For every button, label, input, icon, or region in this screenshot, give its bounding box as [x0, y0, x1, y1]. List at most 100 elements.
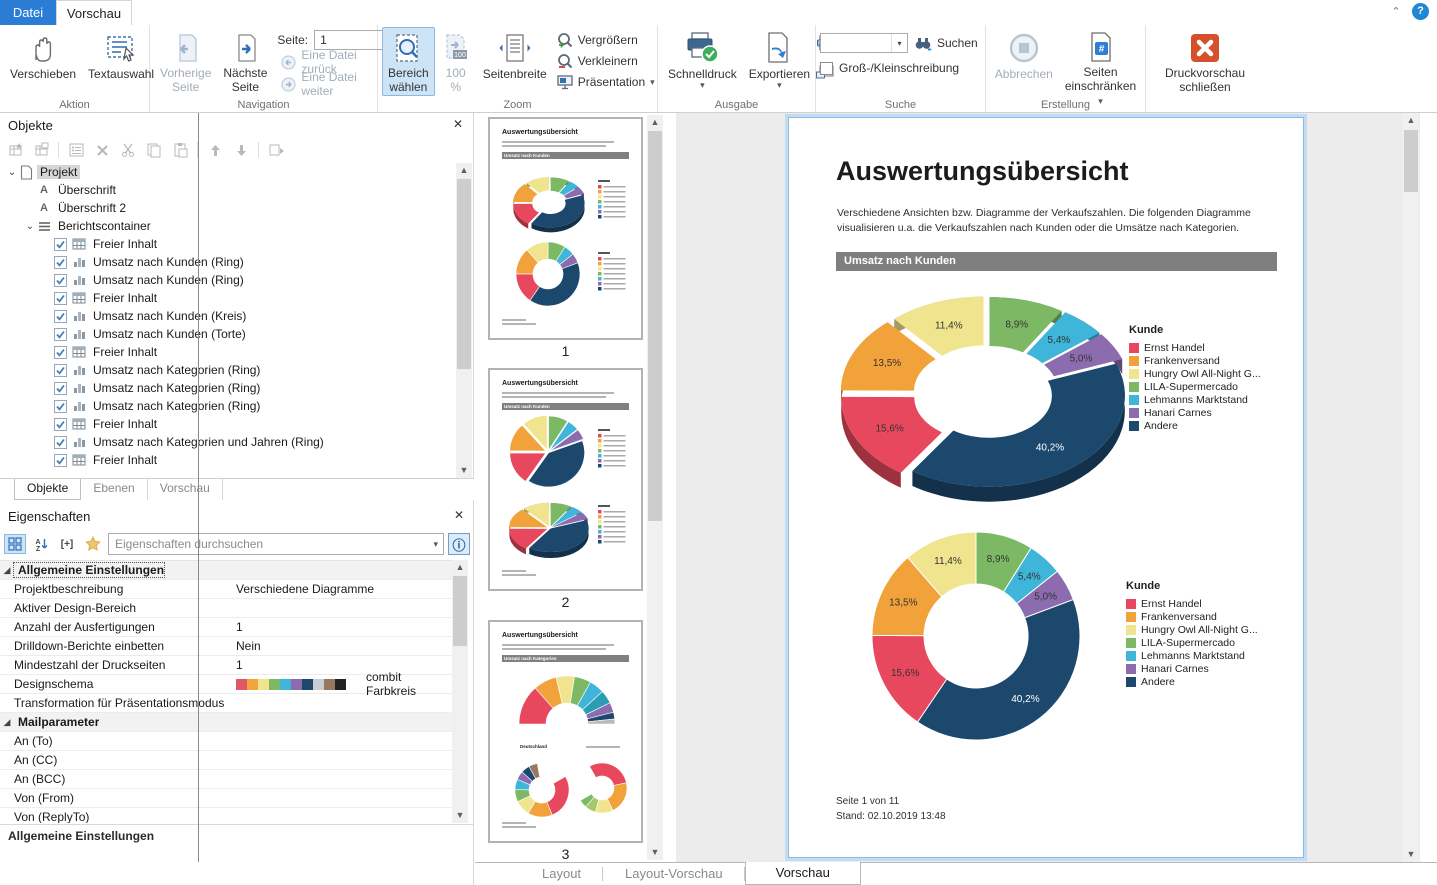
- search-term-combobox[interactable]: ▾: [820, 33, 908, 53]
- verkleinern-button[interactable]: Verkleinern: [553, 51, 659, 71]
- panel-tab-ebenen[interactable]: Ebenen: [81, 479, 147, 500]
- assign-layer-icon[interactable]: [265, 140, 287, 160]
- close-properties-panel-icon[interactable]: ✕: [452, 508, 466, 522]
- vergroessern-button[interactable]: Vergrößern: [553, 30, 659, 50]
- insert-subtable-icon[interactable]: [30, 140, 52, 160]
- move-down-icon[interactable]: [230, 140, 252, 160]
- tree-item-checkbox[interactable]: [54, 328, 71, 341]
- tree-item-checkbox[interactable]: [54, 238, 71, 251]
- property-value[interactable]: Nein: [232, 639, 452, 653]
- verschieben-button[interactable]: Verschieben: [4, 27, 82, 96]
- sort-az-icon[interactable]: AZ: [30, 534, 52, 554]
- tree-item[interactable]: AÜberschrift: [0, 181, 456, 199]
- tree-item-checkbox[interactable]: [54, 400, 71, 413]
- objects-tree-scrollbar[interactable]: ▲ ▼: [456, 163, 472, 478]
- tree-item[interactable]: Umsatz nach Kunden (Torte): [0, 325, 456, 343]
- expander-icon[interactable]: ⌄: [24, 221, 36, 232]
- tab-layout[interactable]: Layout: [520, 863, 603, 885]
- property-value[interactable]: combit Farbkreis: [232, 670, 452, 698]
- seiten-einschraenken-button[interactable]: # Seiten einschränken ▾: [1059, 27, 1142, 96]
- textauswahl-button[interactable]: Textauswahl: [82, 27, 160, 96]
- collapse-triangle-icon[interactable]: ◢: [0, 717, 14, 728]
- cut-icon[interactable]: [117, 140, 139, 160]
- datei-weiter-button[interactable]: Eine Datei weiter: [277, 74, 394, 94]
- tree-item[interactable]: Umsatz nach Kategorien (Ring): [0, 379, 456, 397]
- datei-zurueck-button[interactable]: Eine Datei zurück: [277, 52, 394, 72]
- properties-scrollbar[interactable]: ▲ ▼: [452, 560, 468, 823]
- tree-item-checkbox[interactable]: [54, 310, 71, 323]
- property-row[interactable]: Von (From): [0, 789, 452, 808]
- properties-search-input[interactable]: [109, 537, 443, 551]
- expander-icon[interactable]: ⌄: [6, 167, 18, 178]
- property-row[interactable]: An (CC): [0, 751, 452, 770]
- thumbnails-scrollbar[interactable]: ▲ ▼: [647, 115, 663, 860]
- tree-item-checkbox[interactable]: [54, 346, 71, 359]
- tree-item[interactable]: Umsatz nach Kunden (Ring): [0, 271, 456, 289]
- property-row[interactable]: Aktiver Design-Bereich: [0, 599, 452, 618]
- panel-divider[interactable]: [198, 113, 199, 862]
- close-objects-panel-icon[interactable]: ✕: [451, 117, 465, 131]
- tree-item[interactable]: ⌄Berichtscontainer: [0, 217, 456, 235]
- tree-item-checkbox[interactable]: [54, 256, 71, 269]
- expand-all-icon[interactable]: [+]: [56, 534, 78, 554]
- property-value[interactable]: Verschiedene Diagramme: [232, 582, 452, 596]
- close-print-preview-button[interactable]: Druckvorschau schließen: [1159, 27, 1251, 96]
- exportieren-button[interactable]: Exportieren ▾: [743, 27, 816, 96]
- case-sensitive-checkbox[interactable]: [820, 62, 833, 75]
- tree-item[interactable]: AÜberschrift 2: [0, 199, 456, 217]
- tree-item[interactable]: Umsatz nach Kunden (Kreis): [0, 307, 456, 325]
- property-row[interactable]: Designschemacombit Farbkreis: [0, 675, 452, 694]
- property-category[interactable]: ◢Mailparameter: [0, 713, 452, 732]
- tree-item-checkbox[interactable]: [54, 382, 71, 395]
- copy-icon[interactable]: [143, 140, 165, 160]
- tree-item[interactable]: Freier Inhalt: [0, 343, 456, 361]
- panel-tab-vorschau[interactable]: Vorschau: [148, 479, 223, 500]
- collapse-triangle-icon[interactable]: ◢: [0, 565, 14, 576]
- vorherige-seite-button[interactable]: Vorherige Seite: [154, 27, 217, 96]
- panel-tab-objekte[interactable]: Objekte: [14, 479, 81, 500]
- tree-item-checkbox[interactable]: [54, 436, 71, 449]
- naechste-seite-button[interactable]: Nächste Seite: [217, 27, 273, 96]
- tree-item-checkbox[interactable]: [54, 292, 71, 305]
- tree-item[interactable]: Freier Inhalt: [0, 289, 456, 307]
- property-row[interactable]: An (To): [0, 732, 452, 751]
- tree-item[interactable]: Umsatz nach Kunden (Ring): [0, 253, 456, 271]
- property-row[interactable]: Anzahl der Ausfertigungen1: [0, 618, 452, 637]
- thumbnail-page-2[interactable]: AuswertungsübersichtUmsatz nach Kunden2: [488, 368, 643, 610]
- tree-item[interactable]: Umsatz nach Kategorien (Ring): [0, 397, 456, 415]
- properties-list-icon[interactable]: [65, 140, 87, 160]
- move-up-icon[interactable]: [204, 140, 226, 160]
- abbrechen-button[interactable]: Abbrechen: [989, 27, 1059, 96]
- tab-layout-vorschau[interactable]: Layout-Vorschau: [603, 863, 745, 885]
- categorized-view-icon[interactable]: [4, 534, 26, 554]
- tree-item-checkbox[interactable]: [54, 364, 71, 377]
- favorites-star-icon[interactable]: [82, 534, 104, 554]
- tree-item[interactable]: Umsatz nach Kategorien und Jahren (Ring): [0, 433, 456, 451]
- ribbon-collapse-icon[interactable]: ⌃: [1390, 6, 1402, 18]
- bereich-waehlen-button[interactable]: Bereich wählen: [382, 27, 435, 96]
- tree-item-checkbox[interactable]: [54, 418, 71, 431]
- help-icon[interactable]: ?: [1412, 3, 1429, 20]
- search-dropdown-icon[interactable]: ▾: [433, 539, 438, 550]
- tab-datei[interactable]: Datei: [0, 0, 56, 25]
- preview-page[interactable]: Auswertungsübersicht Verschiedene Ansich…: [788, 117, 1304, 858]
- property-category[interactable]: ◢Allgemeine Einstellungen: [0, 561, 452, 580]
- preview-scrollbar[interactable]: ▲ ▼: [1403, 113, 1419, 862]
- property-row[interactable]: ProjektbeschreibungVerschiedene Diagramm…: [0, 580, 452, 599]
- tree-item[interactable]: Freier Inhalt: [0, 415, 456, 433]
- tree-item[interactable]: Freier Inhalt: [0, 451, 456, 469]
- property-row[interactable]: Drilldown-Berichte einbettenNein: [0, 637, 452, 656]
- tab-vorschau-bottom[interactable]: Vorschau: [745, 862, 861, 885]
- thumbnail-page-3[interactable]: AuswertungsübersichtUmsatz nach Kategori…: [488, 620, 643, 862]
- tree-item-checkbox[interactable]: [54, 274, 71, 287]
- tree-item-checkbox[interactable]: [54, 454, 71, 467]
- tree-item[interactable]: Freier Inhalt: [0, 235, 456, 253]
- schnelldruck-button[interactable]: Schnelldruck ▾: [662, 27, 743, 96]
- seitenbreite-button[interactable]: Seitenbreite: [477, 27, 553, 96]
- info-icon[interactable]: ⓘ: [448, 533, 470, 555]
- tab-vorschau[interactable]: Vorschau: [56, 0, 132, 25]
- property-row[interactable]: An (BCC): [0, 770, 452, 789]
- praesentation-button[interactable]: Präsentation ▾: [553, 72, 659, 92]
- tree-item[interactable]: ⌄Projekt: [0, 163, 456, 181]
- paste-icon[interactable]: [169, 140, 191, 160]
